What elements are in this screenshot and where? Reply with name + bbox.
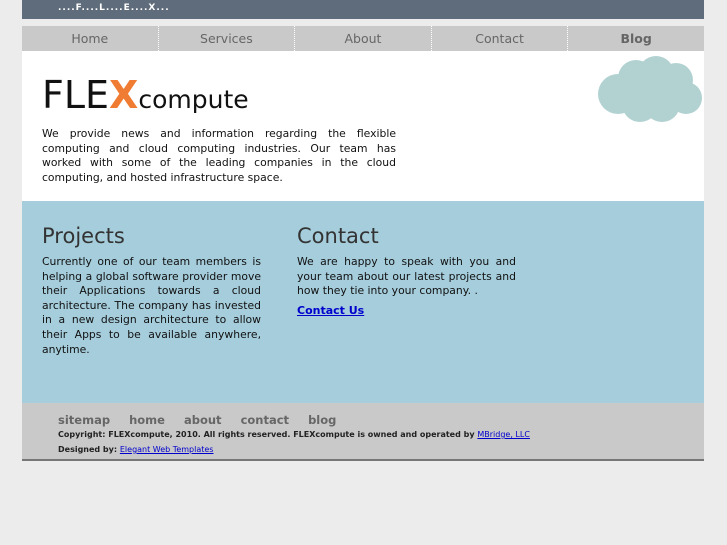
nav-home[interactable]: Home <box>22 26 159 51</box>
designed-by-label: Designed by: <box>58 445 118 454</box>
contact-title: Contact <box>297 224 379 248</box>
nav-contact[interactable]: Contact <box>431 26 569 51</box>
logo-x: X <box>109 73 139 117</box>
designer-line: Designed by: Elegant Web Templates <box>58 445 213 454</box>
copyright-line: Copyright: FLEXcompute, 2010. All rights… <box>58 430 530 439</box>
owner-link[interactable]: MBridge, LLC <box>477 430 530 439</box>
designer-link[interactable]: Elegant Web Templates <box>120 445 214 454</box>
logo-compute: compute <box>138 85 249 114</box>
intro-text: We provide news and information regardin… <box>42 127 396 184</box>
nav-services[interactable]: Services <box>158 26 296 51</box>
cloud-icon <box>598 56 702 122</box>
footer-link-blog[interactable]: blog <box>308 413 336 427</box>
footer-link-about[interactable]: about <box>184 413 222 427</box>
nav-blog[interactable]: Blog <box>568 26 704 51</box>
site-logo[interactable]: FLEXcompute <box>42 73 249 122</box>
nav-about[interactable]: About <box>295 26 432 51</box>
main-nav: Home Services About Contact Blog <box>22 26 704 51</box>
top-bar-text: ....F....L....E....X... <box>58 3 170 13</box>
footer-nav: sitemap home about contact blog <box>58 413 351 427</box>
footer-link-sitemap[interactable]: sitemap <box>58 413 110 427</box>
projects-text: Currently one of our team members is hel… <box>42 255 261 356</box>
copyright-text: Copyright: FLEXcompute, 2010. All rights… <box>58 430 475 439</box>
contact-us-link[interactable]: Contact Us <box>297 304 364 317</box>
top-bar: ....F....L....E....X... <box>22 0 704 19</box>
contact-text: We are happy to speak with you and your … <box>297 255 516 298</box>
footer: sitemap home about contact blog Copyrigh… <box>22 403 704 461</box>
contact-column: Contact We are happy to speak with you a… <box>297 221 516 318</box>
projects-column: Projects Currently one of our team membe… <box>42 221 261 357</box>
info-band: Projects Currently one of our team membe… <box>22 201 704 403</box>
logo-fle: FLE <box>42 73 110 117</box>
footer-link-home[interactable]: home <box>129 413 165 427</box>
hero-section: FLEXcompute We provide news and informat… <box>22 51 704 201</box>
projects-title: Projects <box>42 224 125 248</box>
footer-link-contact[interactable]: contact <box>241 413 289 427</box>
